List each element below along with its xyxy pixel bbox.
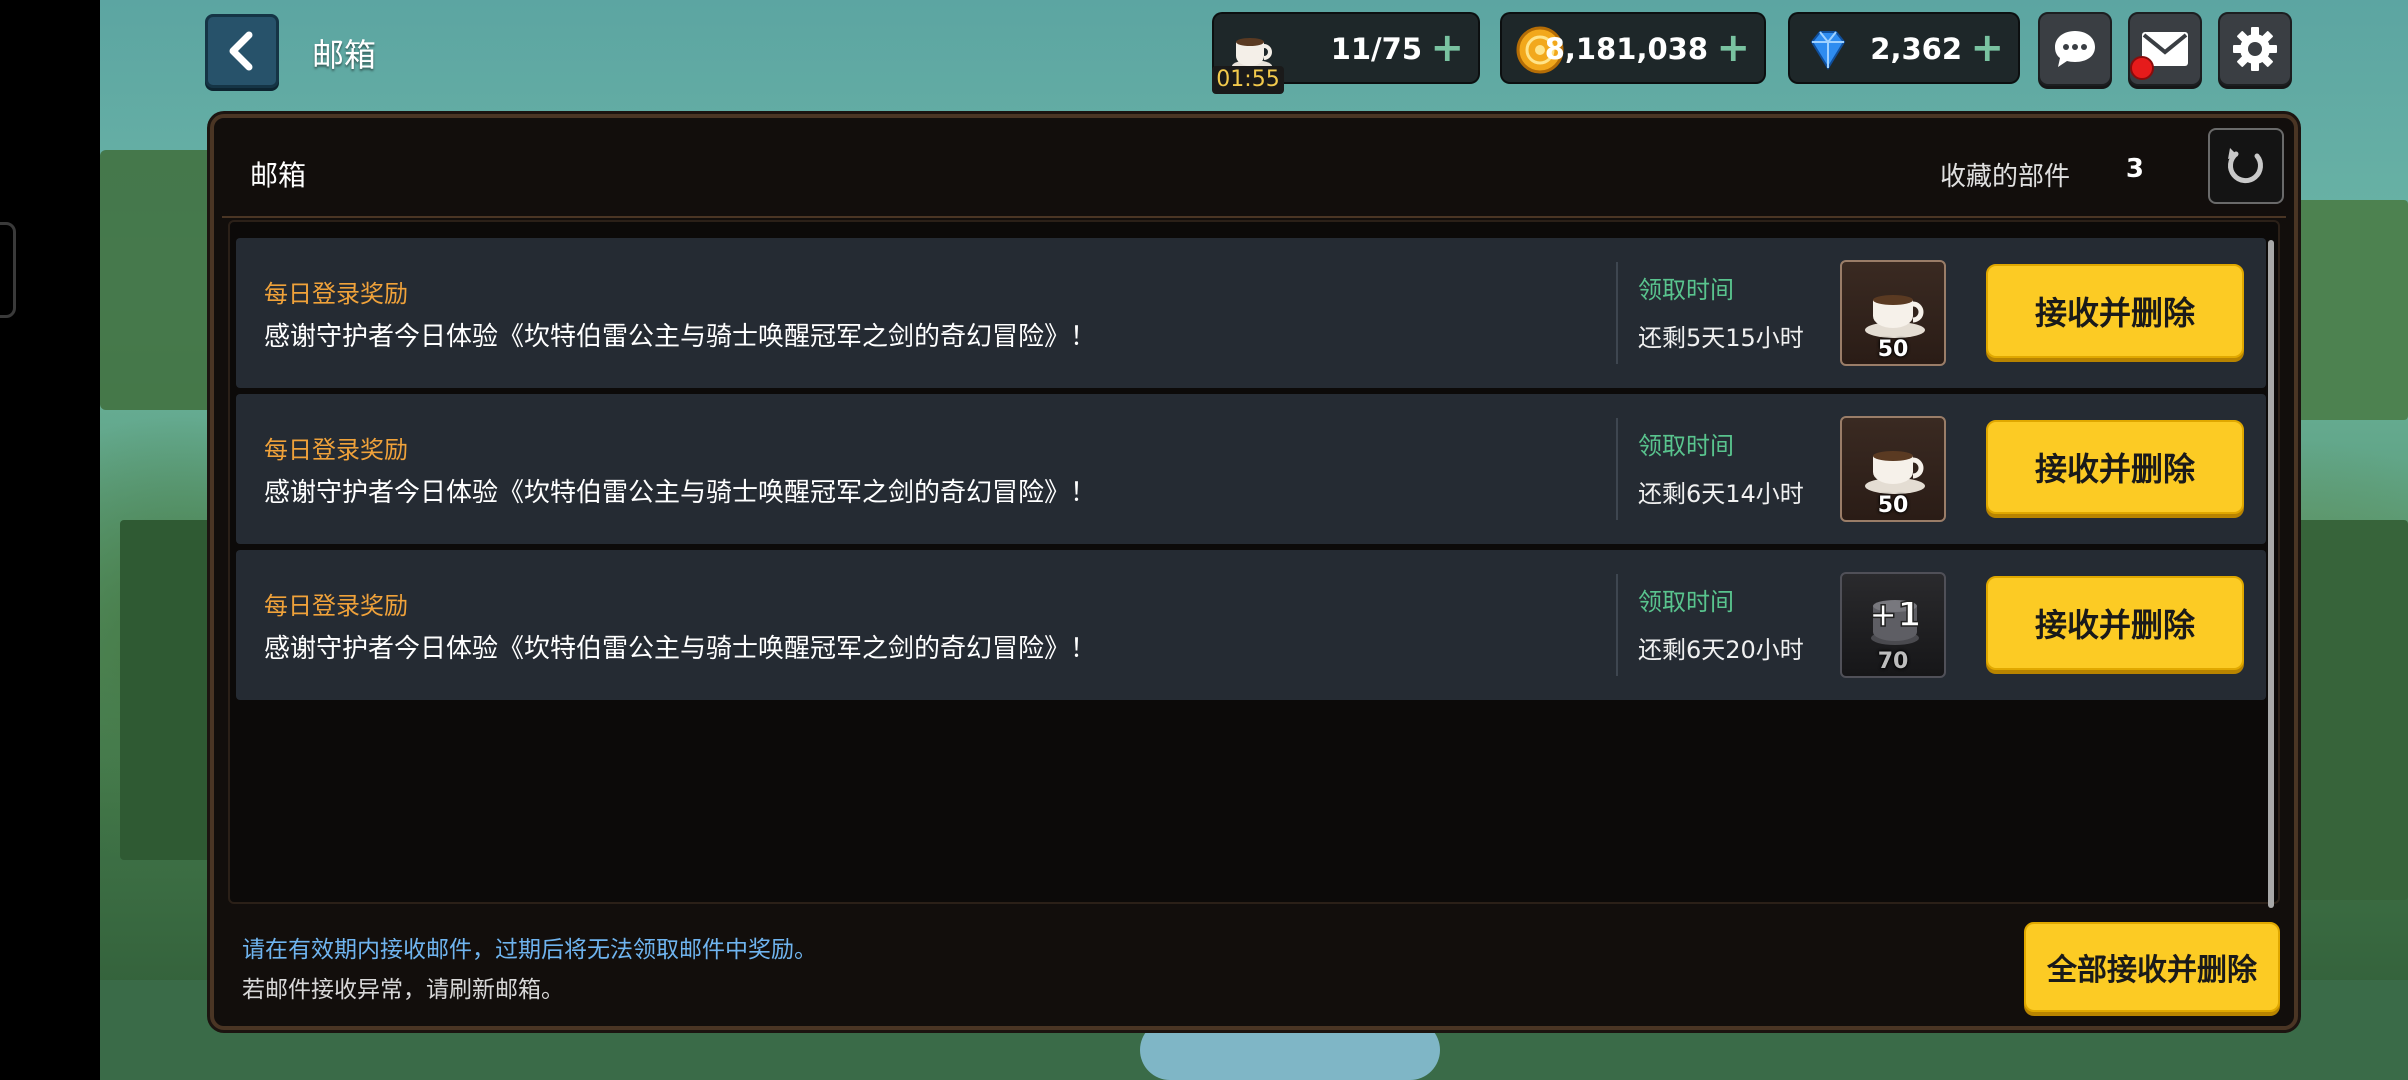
reward-quantity: 70 <box>1877 649 1909 674</box>
mailbox-panel: 邮箱 收藏的部件 3 每日登录奖励 感谢守护者今日体验《坎特伯雷公主与骑士唤醒冠… <box>210 114 2298 1030</box>
time-remaining: 还剩6天14小时 <box>1638 480 1804 508</box>
mail-message: 感谢守护者今日体验《坎特伯雷公主与骑士唤醒冠军之剑的奇幻冒险》！ <box>264 478 1097 508</box>
add-gems-button[interactable]: + <box>1970 26 2004 70</box>
refresh-button[interactable] <box>2208 128 2284 204</box>
reward-quantity: 50 <box>1877 493 1909 518</box>
mail-category: 每日登录奖励 <box>264 280 408 308</box>
chat-button[interactable] <box>2038 12 2112 86</box>
reward-item[interactable]: 50 <box>1840 416 1946 522</box>
notification-dot <box>2130 56 2154 80</box>
mail-divider <box>1616 262 1618 364</box>
mail-item: 每日登录奖励 感谢守护者今日体验《坎特伯雷公主与骑士唤醒冠军之剑的奇幻冒险》！ … <box>236 394 2266 544</box>
diamond-icon <box>1810 31 1846 70</box>
mail-divider <box>1616 574 1618 676</box>
mail-list[interactable]: 每日登录奖励 感谢守护者今日体验《坎特伯雷公主与骑士唤醒冠军之剑的奇幻冒险》！ … <box>228 220 2280 908</box>
gold-counter[interactable]: 8,181,038 + <box>1500 12 1766 84</box>
gem-value: 2,362 <box>1870 32 1962 66</box>
gear-icon <box>2233 27 2277 71</box>
claim-time-label: 领取时间 <box>1638 588 1734 616</box>
refresh-icon <box>2228 148 2263 184</box>
mail-item: 每日登录奖励 感谢守护者今日体验《坎特伯雷公主与骑士唤醒冠军之剑的奇幻冒险》！ … <box>236 238 2266 388</box>
add-stamina-button[interactable]: + <box>1430 26 1464 70</box>
chevron-left-icon <box>229 31 253 71</box>
panel-title: 邮箱 <box>250 159 307 192</box>
mail-category: 每日登录奖励 <box>264 436 408 464</box>
claim-delete-button[interactable]: 接收并删除 <box>1986 420 2244 514</box>
claim-delete-button[interactable]: 接收并删除 <box>1986 576 2244 670</box>
edge-hexagon <box>0 222 16 318</box>
settings-button[interactable] <box>2218 12 2292 86</box>
header-divider <box>222 216 2286 218</box>
mail-item: 每日登录奖励 感谢守护者今日体验《坎特伯雷公主与骑士唤醒冠军之剑的奇幻冒险》！ … <box>236 550 2266 700</box>
favorites-label: 收藏的部件 <box>1939 162 2070 192</box>
claim-delete-button[interactable]: 接收并删除 <box>1986 264 2244 358</box>
back-button[interactable] <box>205 14 279 88</box>
gem-counter[interactable]: 2,362 + <box>1788 12 2020 84</box>
mail-category: 每日登录奖励 <box>264 592 408 620</box>
reward-quantity: 50 <box>1877 337 1909 362</box>
stamina-value: 11/75 <box>1330 32 1422 66</box>
stamina-timer: 01:55 <box>1212 66 1284 94</box>
device-edge <box>0 0 100 1080</box>
claim-time-label: 领取时间 <box>1638 276 1734 304</box>
chat-bubble-icon <box>2055 31 2095 67</box>
add-gold-button[interactable]: + <box>1716 26 1750 70</box>
expiry-notice: 请在有效期内接收邮件，过期后将无法领取邮件中奖励。 <box>242 937 817 963</box>
favorites-count: 3 <box>2125 154 2144 184</box>
mail-message: 感谢守护者今日体验《坎特伯雷公主与骑士唤醒冠军之剑的奇幻冒险》！ <box>264 634 1097 664</box>
refresh-hint: 若邮件接收异常，请刷新邮箱。 <box>242 977 564 1003</box>
mail-divider <box>1616 418 1618 520</box>
page-title: 邮箱 <box>312 36 377 74</box>
gold-value: 8,181,038 <box>1544 32 1708 66</box>
claim-all-button[interactable]: 全部接收并删除 <box>2024 922 2280 1012</box>
svg-text:+1: +1 <box>1869 595 1921 635</box>
time-remaining: 还剩6天20小时 <box>1638 636 1804 664</box>
claim-time-label: 领取时间 <box>1638 432 1734 460</box>
time-remaining: 还剩5天15小时 <box>1638 324 1804 352</box>
mail-message: 感谢守护者今日体验《坎特伯雷公主与骑士唤醒冠军之剑的奇幻冒险》！ <box>264 322 1097 352</box>
scrollbar[interactable] <box>2268 240 2274 908</box>
reward-item[interactable]: 50 <box>1840 260 1946 366</box>
reward-item[interactable]: +1 70 <box>1840 572 1946 678</box>
